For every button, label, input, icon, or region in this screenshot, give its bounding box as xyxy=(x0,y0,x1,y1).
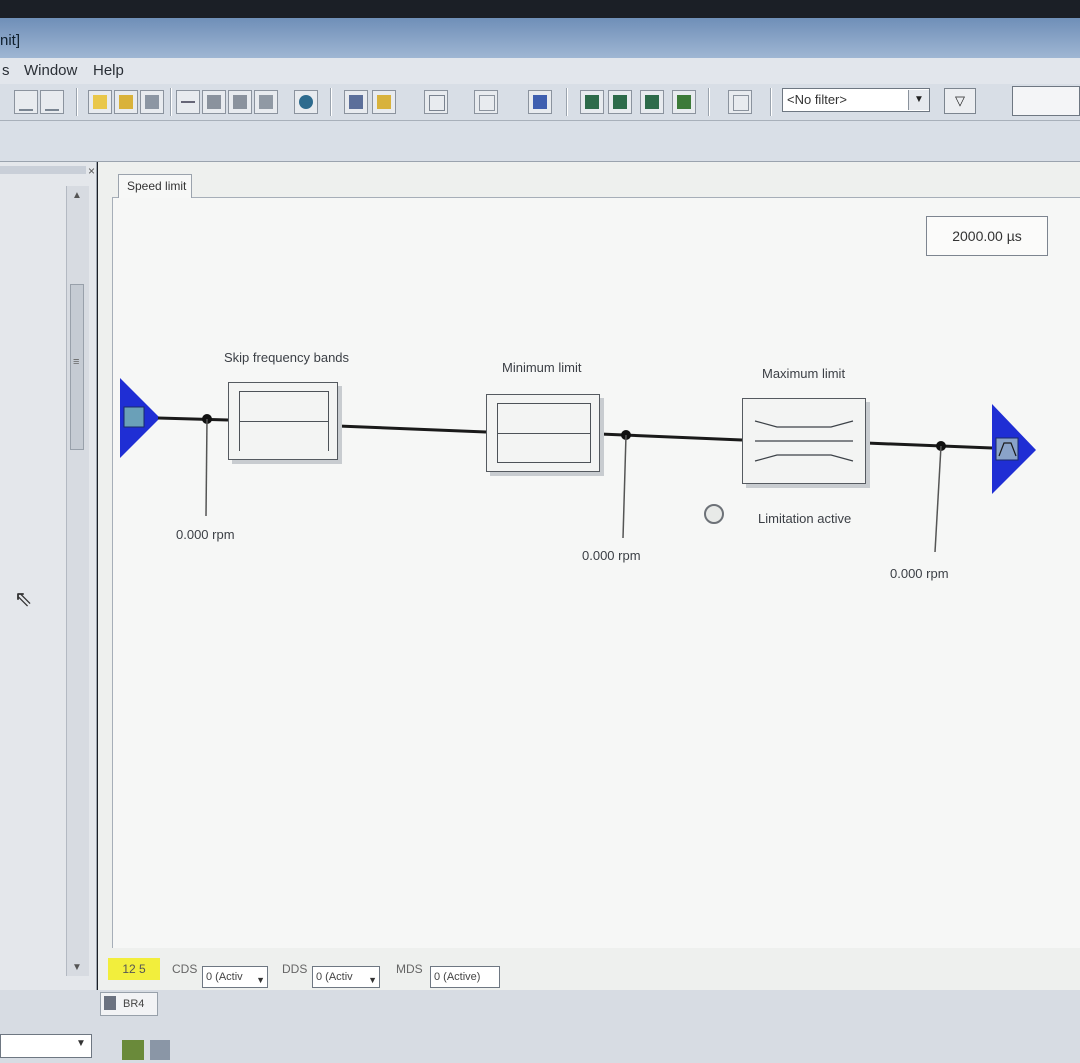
maximum-limit-label: Maximum limit xyxy=(762,366,846,381)
limitation-status-text: Limitation active xyxy=(758,511,852,526)
chevron-down-icon: ▼ xyxy=(256,975,265,985)
cds-select[interactable]: 0 (Activ ▼ xyxy=(202,966,268,988)
speed-setpoint-icon xyxy=(123,406,145,428)
input-speed-value: 0.000 rpm xyxy=(176,527,235,542)
cds-label: CDS xyxy=(172,962,198,976)
skip-frequency-label: Skip frequency bands xyxy=(224,350,350,365)
output-speed-value: 0.000 rpm xyxy=(890,566,949,581)
document-icon[interactable] xyxy=(150,1040,170,1060)
minimum-limit-label: Minimum limit xyxy=(502,360,582,375)
mds-field: 0 (Active) xyxy=(430,966,500,988)
chevron-down-icon: ▼ xyxy=(368,975,377,985)
limited-speed-value: 0.000 rpm xyxy=(582,548,641,563)
chevron-down-icon[interactable]: ▼ xyxy=(76,1038,86,1049)
signal-flow xyxy=(120,378,1036,553)
limitation-indicator-icon xyxy=(704,504,724,524)
revision-badge: 12 5 xyxy=(108,958,160,980)
dds-label: DDS xyxy=(282,962,308,976)
maximum-limit-block[interactable] xyxy=(742,398,866,484)
maximum-limit-icon xyxy=(754,420,854,462)
dds-select[interactable]: 0 (Activ ▼ xyxy=(312,966,380,988)
tool-icon[interactable] xyxy=(122,1040,144,1060)
lock-icon xyxy=(104,996,116,1010)
minimum-limit-block[interactable] xyxy=(486,394,600,472)
ramp-icon xyxy=(995,437,1019,461)
skip-frequency-block[interactable] xyxy=(228,382,338,460)
mds-label: MDS xyxy=(396,962,423,976)
